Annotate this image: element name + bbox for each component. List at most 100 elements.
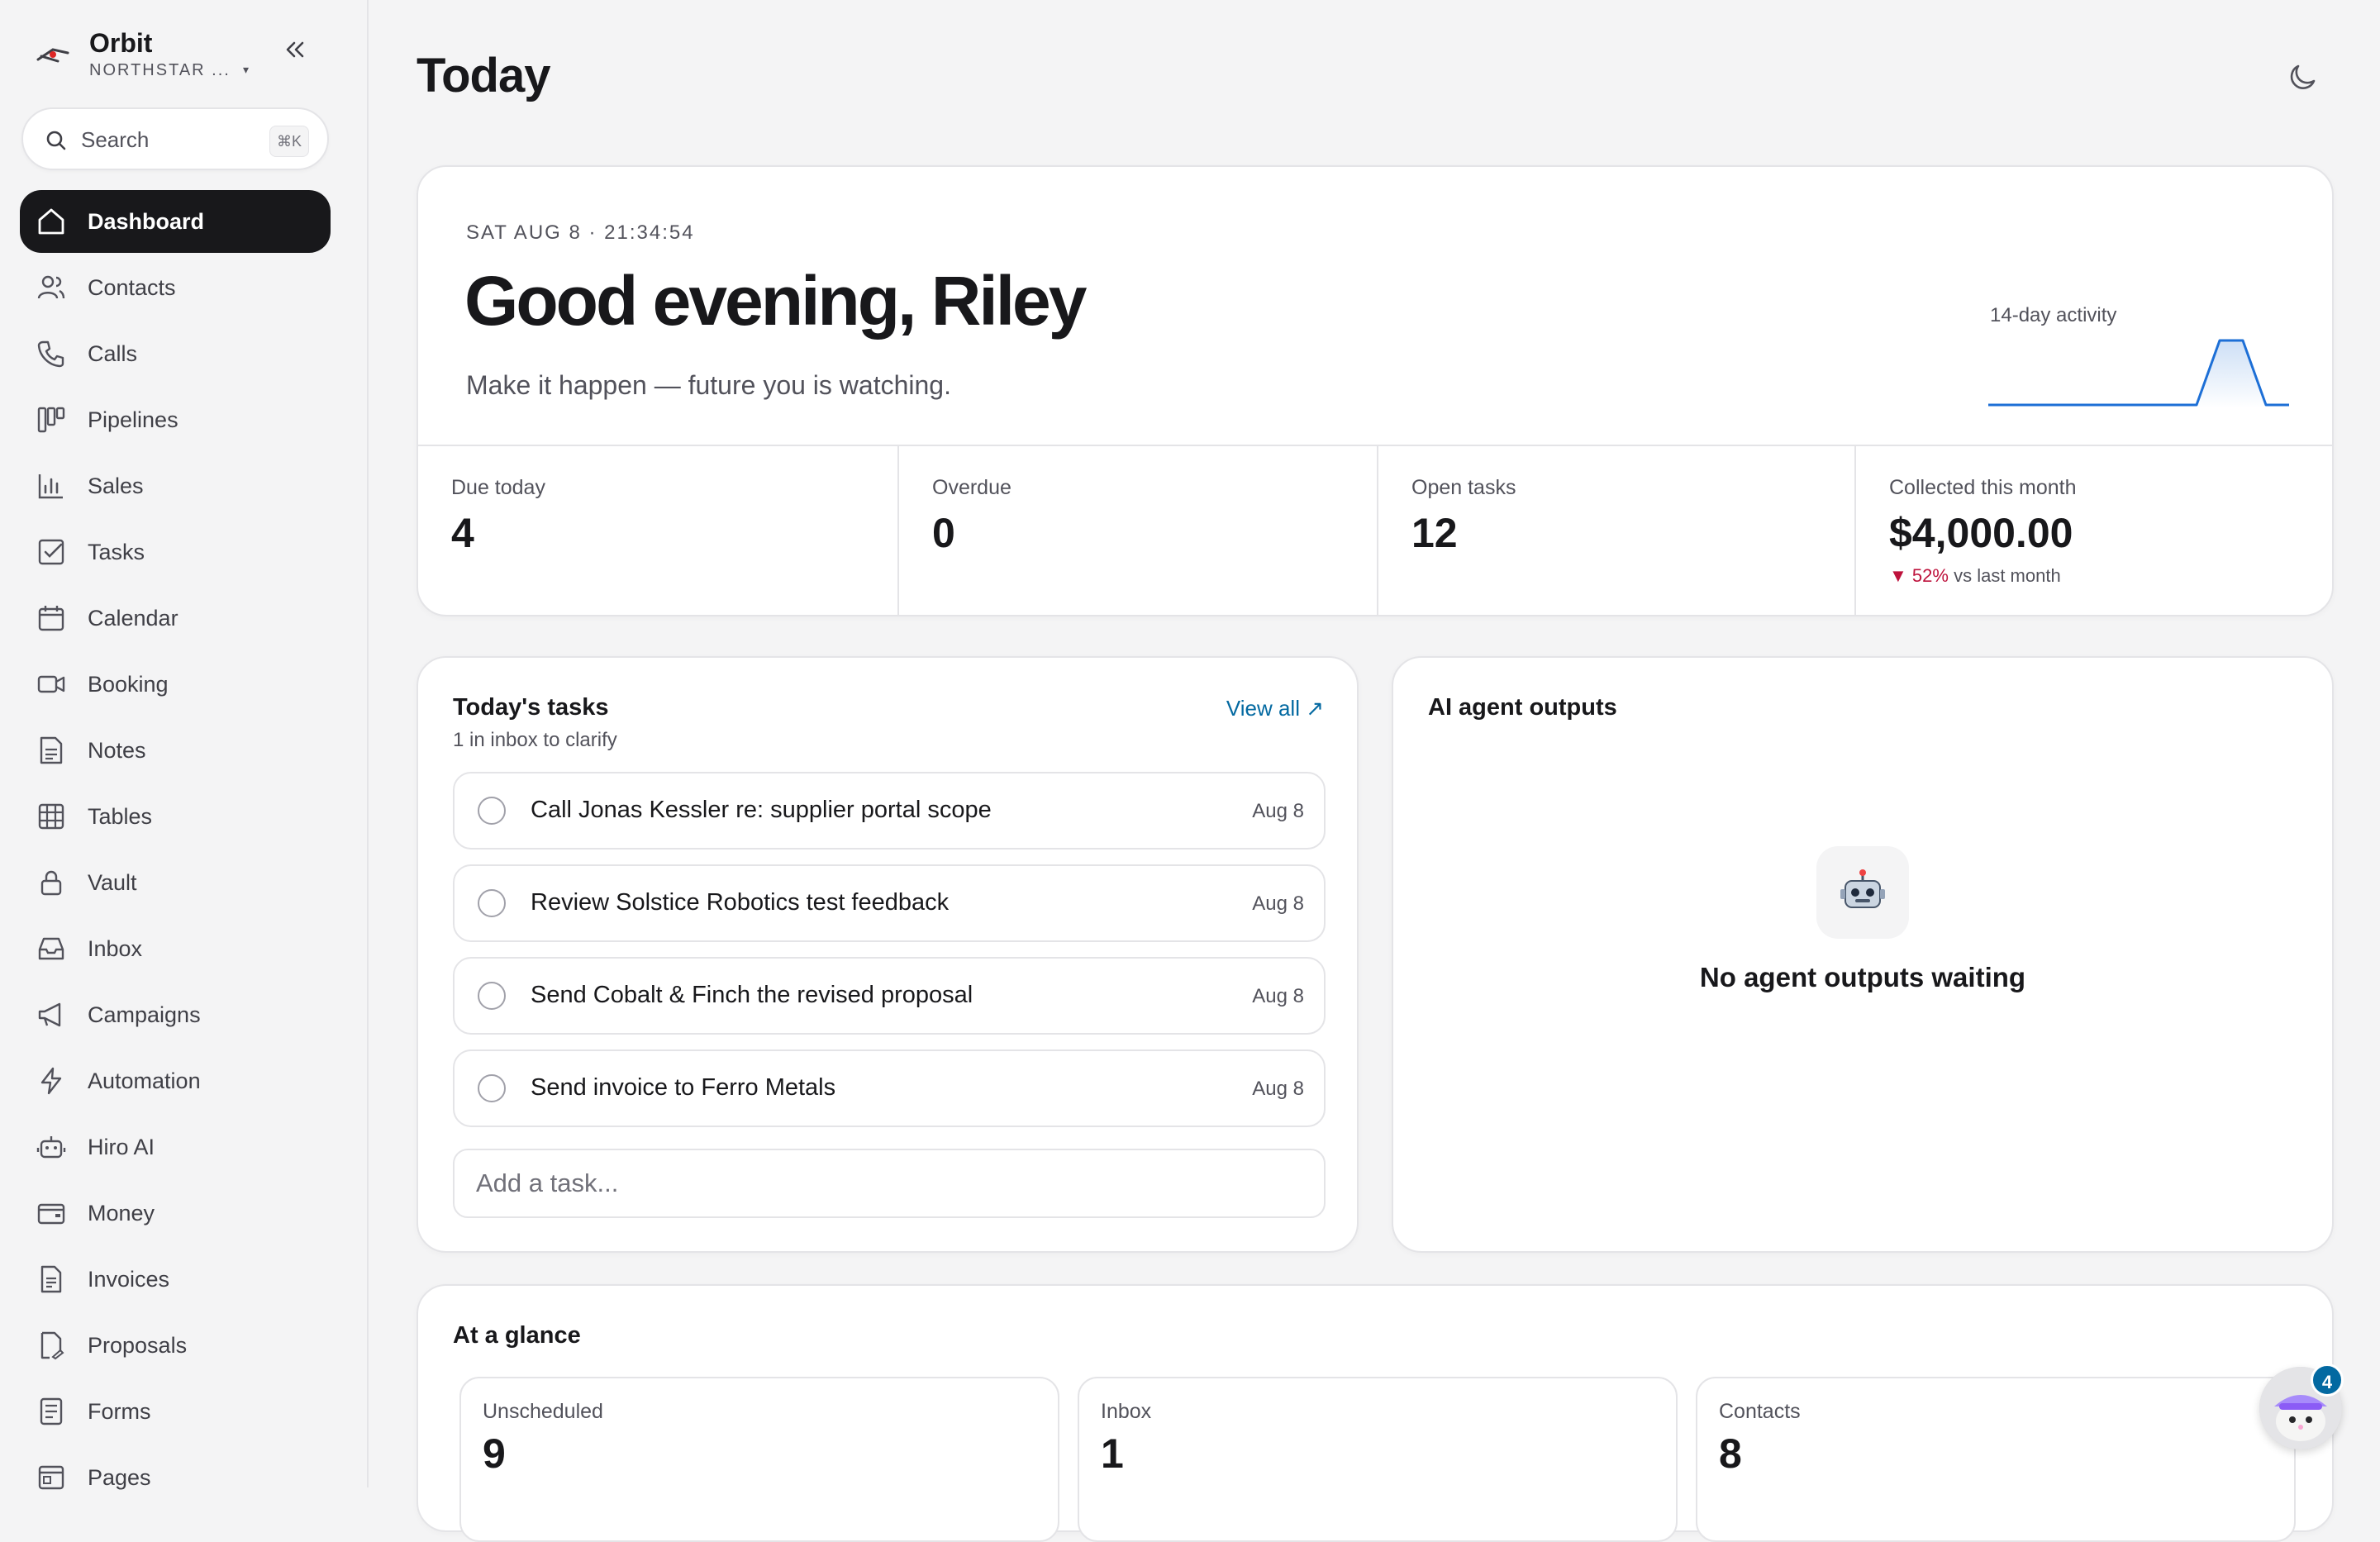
- task-checkbox[interactable]: [478, 982, 506, 1010]
- app-root: Orbit NORTHSTAR ... ▾ Search ⌘K Dashboar…: [0, 0, 2380, 1542]
- sidebar-item-label: Pipelines: [88, 407, 178, 432]
- app-name: Orbit: [89, 28, 153, 58]
- sidebar-item-inbox[interactable]: Inbox: [20, 917, 331, 980]
- stat-label: Overdue: [932, 476, 1011, 499]
- sidebar-item-campaigns[interactable]: Campaigns: [20, 983, 331, 1046]
- sidebar-item-notes[interactable]: Notes: [20, 719, 331, 782]
- orbit-logo-icon: [36, 48, 69, 63]
- task-title: Review Solstice Robotics test feedback: [531, 889, 950, 916]
- sidebar-item-label: Tables: [88, 803, 153, 829]
- task-date: Aug 8: [1252, 985, 1304, 1007]
- form-icon: [40, 1397, 63, 1425]
- sidebar-item-invoices[interactable]: Invoices: [20, 1248, 331, 1311]
- stat-overdue[interactable]: Overdue 0: [897, 446, 1377, 616]
- sidebar-item-tasks[interactable]: Tasks: [20, 521, 331, 583]
- checkbox-icon: [38, 539, 64, 565]
- sidebar-item-booking[interactable]: Booking: [20, 653, 331, 716]
- greeting-heading: Good evening, Riley: [464, 262, 1087, 340]
- wallet-icon: [37, 1203, 65, 1225]
- stat-value: 12: [1411, 510, 1458, 556]
- robot-glyph: [1840, 869, 1885, 908]
- sidebar-item-contacts[interactable]: Contacts: [20, 256, 331, 319]
- sidebar-item-label: Money: [88, 1200, 155, 1226]
- glance-tile-contacts[interactable]: Contacts 8: [1696, 1377, 2296, 1542]
- view-all-link[interactable]: View all ↗: [1226, 696, 1324, 721]
- activity-sparkline: [1988, 339, 2289, 408]
- glance-tile-unscheduled[interactable]: Unscheduled 9: [459, 1377, 1059, 1542]
- sidebar-item-label: Contacts: [88, 274, 176, 300]
- sidebar-item-label: Booking: [88, 671, 169, 697]
- page-title: Today: [416, 49, 550, 102]
- task-checkbox[interactable]: [478, 797, 506, 825]
- sidebar-item-proposals[interactable]: Proposals: [20, 1314, 331, 1377]
- task-item[interactable]: Review Solstice Robotics test feedback A…: [453, 864, 1326, 942]
- task-title: Send invoice to Ferro Metals: [531, 1074, 836, 1101]
- sidebar-item-calendar[interactable]: Calendar: [20, 587, 331, 650]
- search-icon: [46, 131, 66, 150]
- users-icon: [37, 275, 65, 299]
- invoice-icon: [40, 1265, 62, 1293]
- sidebar-item-label: Pages: [88, 1464, 151, 1490]
- add-task-input[interactable]: [453, 1149, 1326, 1218]
- task-item[interactable]: Send Cobalt & Finch the revised proposal…: [453, 957, 1326, 1035]
- activity-area: [1988, 340, 2289, 408]
- stat-delta: ▼ 52% vs last month: [1889, 565, 2061, 587]
- stat-value: 0: [932, 510, 955, 556]
- workspace-caret-icon: ▾: [243, 63, 250, 76]
- stat-label: Collected this month: [1889, 476, 2077, 499]
- sidebar-item-money[interactable]: Money: [20, 1182, 331, 1245]
- workspace-name: NORTHSTAR ...: [89, 61, 231, 79]
- sidebar-item-pipelines[interactable]: Pipelines: [20, 388, 331, 451]
- task-date: Aug 8: [1252, 1078, 1304, 1100]
- tile-label: Inbox: [1101, 1400, 1152, 1423]
- stat-open-tasks[interactable]: Open tasks 12: [1377, 446, 1854, 616]
- sidebar-item-label: Automation: [88, 1068, 201, 1093]
- sidebar: Orbit NORTHSTAR ... ▾ Search ⌘K Dashboar…: [0, 0, 369, 1490]
- ai-outputs-title: AI agent outputs: [1428, 694, 1617, 721]
- sidebar-item-tables[interactable]: Tables: [20, 785, 331, 848]
- home-icon: [38, 208, 64, 235]
- proposal-icon: [40, 1331, 64, 1360]
- sidebar-item-dashboard[interactable]: Dashboard: [20, 190, 331, 253]
- sidebar-item-pages[interactable]: Pages: [20, 1446, 331, 1509]
- sidebar-item-label: Proposals: [88, 1332, 188, 1358]
- task-item[interactable]: Send invoice to Ferro Metals Aug 8: [453, 1049, 1326, 1127]
- lightning-icon: [40, 1067, 62, 1095]
- ai-empty-state: No agent outputs waiting: [1699, 962, 2026, 992]
- glance-tile-inbox[interactable]: Inbox 1: [1078, 1377, 1678, 1542]
- note-icon: [40, 736, 63, 764]
- collapse-sidebar-icon[interactable]: [278, 33, 311, 66]
- search-shortcut: ⌘K: [269, 126, 309, 157]
- at-a-glance-card: At a glance Unscheduled 9 Inbox 1 Contac…: [416, 1284, 2334, 1542]
- stat-collected[interactable]: Collected this month $4,000.00 ▼ 52% vs …: [1854, 446, 2334, 616]
- sidebar-item-label: Calendar: [88, 605, 178, 631]
- greeting-tagline: Make it happen — future you is watching.: [466, 370, 951, 400]
- stat-value: $4,000.00: [1889, 510, 2073, 556]
- sidebar-item-hiro-ai[interactable]: Hiro AI: [20, 1116, 331, 1178]
- stat-label: Due today: [451, 476, 545, 499]
- sidebar-item-label: Vault: [88, 869, 137, 895]
- notification-badge: 4: [2311, 1364, 2344, 1397]
- moon-icon[interactable]: [2284, 59, 2320, 96]
- sidebar-item-vault[interactable]: Vault: [20, 851, 331, 914]
- search-button[interactable]: Search ⌘K: [21, 107, 329, 170]
- task-checkbox[interactable]: [478, 1074, 506, 1102]
- sidebar-item-label: Tasks: [88, 539, 145, 564]
- tile-label: Contacts: [1719, 1400, 1801, 1423]
- phone-icon: [37, 340, 64, 368]
- tasks-title: Today's tasks: [453, 694, 609, 721]
- task-checkbox[interactable]: [478, 889, 506, 917]
- sidebar-item-sales[interactable]: Sales: [20, 455, 331, 517]
- sidebar-item-label: Notes: [88, 737, 146, 763]
- sidebar-item-calls[interactable]: Calls: [20, 322, 331, 385]
- sidebar-item-label: Forms: [88, 1398, 151, 1424]
- inbox-icon: [38, 937, 64, 960]
- task-item[interactable]: Call Jonas Kessler re: supplier portal s…: [453, 772, 1326, 850]
- stat-due-today[interactable]: Due today 4: [418, 446, 897, 616]
- sidebar-item-forms[interactable]: Forms: [20, 1380, 331, 1443]
- robot-icon: [1816, 846, 1909, 939]
- sidebar-item-automation[interactable]: Automation: [20, 1049, 331, 1112]
- tasks-subtitle: 1 in inbox to clarify: [453, 729, 617, 751]
- tile-label: Unscheduled: [483, 1400, 603, 1423]
- sidebar-item-label: Dashboard: [88, 208, 205, 234]
